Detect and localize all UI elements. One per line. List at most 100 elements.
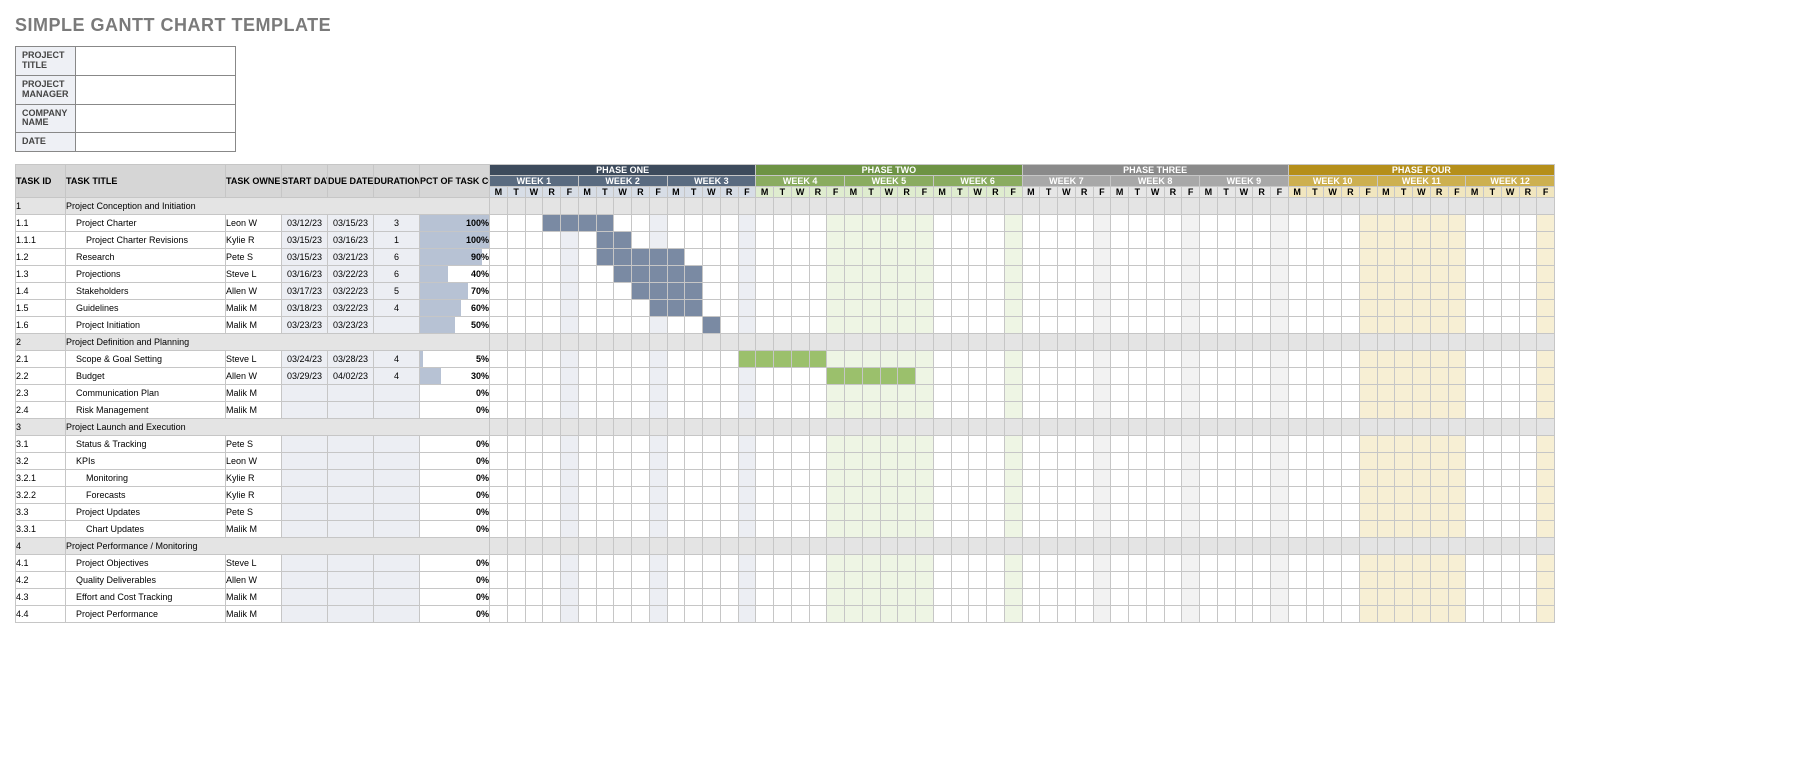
pct-complete-cell[interactable]: 60%	[420, 300, 490, 317]
task-owner-cell[interactable]: Steve L	[226, 266, 282, 283]
pct-complete-cell[interactable]: 0%	[420, 555, 490, 572]
due-date-cell[interactable]	[328, 555, 374, 572]
duration-cell[interactable]	[374, 453, 420, 470]
task-title-cell[interactable]: Status & Tracking	[66, 436, 226, 453]
duration-cell[interactable]: 6	[374, 266, 420, 283]
duration-cell[interactable]	[374, 317, 420, 334]
duration-cell[interactable]: 5	[374, 283, 420, 300]
due-date-cell[interactable]: 03/28/23	[328, 351, 374, 368]
due-date-cell[interactable]: 03/23/23	[328, 317, 374, 334]
pct-complete-cell[interactable]: 0%	[420, 385, 490, 402]
task-owner-cell[interactable]: Malik M	[226, 521, 282, 538]
pct-complete-cell[interactable]: 0%	[420, 402, 490, 419]
due-date-cell[interactable]	[328, 606, 374, 623]
task-title-cell[interactable]: Chart Updates	[66, 521, 226, 538]
due-date-cell[interactable]: 03/16/23	[328, 232, 374, 249]
task-owner-cell[interactable]: Malik M	[226, 385, 282, 402]
start-date-cell[interactable]	[282, 402, 328, 419]
duration-cell[interactable]	[374, 436, 420, 453]
pct-complete-cell[interactable]: 70%	[420, 283, 490, 300]
duration-cell[interactable]: 1	[374, 232, 420, 249]
task-owner-cell[interactable]: Malik M	[226, 402, 282, 419]
pct-complete-cell[interactable]: 5%	[420, 351, 490, 368]
meta-value[interactable]	[75, 47, 235, 76]
pct-complete-cell[interactable]: 0%	[420, 470, 490, 487]
due-date-cell[interactable]: 03/21/23	[328, 249, 374, 266]
due-date-cell[interactable]	[328, 385, 374, 402]
task-title-cell[interactable]: Project Charter Revisions	[66, 232, 226, 249]
task-owner-cell[interactable]: Leon W	[226, 453, 282, 470]
task-title-cell[interactable]: Project Initiation	[66, 317, 226, 334]
task-title-cell[interactable]: Guidelines	[66, 300, 226, 317]
start-date-cell[interactable]	[282, 470, 328, 487]
duration-cell[interactable]	[374, 606, 420, 623]
start-date-cell[interactable]	[282, 521, 328, 538]
pct-complete-cell[interactable]: 100%	[420, 232, 490, 249]
start-date-cell[interactable]	[282, 385, 328, 402]
task-title-cell[interactable]: Project Updates	[66, 504, 226, 521]
duration-cell[interactable]: 6	[374, 249, 420, 266]
task-title-cell[interactable]: Forecasts	[66, 487, 226, 504]
task-owner-cell[interactable]: Allen W	[226, 572, 282, 589]
start-date-cell[interactable]: 03/24/23	[282, 351, 328, 368]
task-owner-cell[interactable]: Allen W	[226, 368, 282, 385]
start-date-cell[interactable]	[282, 504, 328, 521]
due-date-cell[interactable]	[328, 402, 374, 419]
duration-cell[interactable]: 4	[374, 300, 420, 317]
start-date-cell[interactable]	[282, 606, 328, 623]
task-owner-cell[interactable]: Malik M	[226, 317, 282, 334]
due-date-cell[interactable]: 03/15/23	[328, 215, 374, 232]
pct-complete-cell[interactable]: 0%	[420, 572, 490, 589]
due-date-cell[interactable]	[328, 470, 374, 487]
task-title-cell[interactable]: Project Performance	[66, 606, 226, 623]
start-date-cell[interactable]	[282, 453, 328, 470]
pct-complete-cell[interactable]: 50%	[420, 317, 490, 334]
start-date-cell[interactable]: 03/16/23	[282, 266, 328, 283]
task-title-cell[interactable]: Effort and Cost Tracking	[66, 589, 226, 606]
due-date-cell[interactable]: 03/22/23	[328, 266, 374, 283]
pct-complete-cell[interactable]: 0%	[420, 453, 490, 470]
pct-complete-cell[interactable]: 0%	[420, 436, 490, 453]
meta-value[interactable]	[75, 75, 235, 104]
task-title-cell[interactable]: KPIs	[66, 453, 226, 470]
task-owner-cell[interactable]: Kylie R	[226, 487, 282, 504]
start-date-cell[interactable]	[282, 589, 328, 606]
task-title-cell[interactable]: Budget	[66, 368, 226, 385]
duration-cell[interactable]	[374, 487, 420, 504]
task-owner-cell[interactable]: Pete S	[226, 249, 282, 266]
duration-cell[interactable]	[374, 555, 420, 572]
duration-cell[interactable]	[374, 470, 420, 487]
pct-complete-cell[interactable]: 0%	[420, 589, 490, 606]
task-owner-cell[interactable]: Kylie R	[226, 470, 282, 487]
pct-complete-cell[interactable]: 90%	[420, 249, 490, 266]
task-owner-cell[interactable]: Pete S	[226, 436, 282, 453]
duration-cell[interactable]	[374, 402, 420, 419]
meta-value[interactable]	[75, 133, 235, 152]
duration-cell[interactable]	[374, 385, 420, 402]
start-date-cell[interactable]: 03/17/23	[282, 283, 328, 300]
duration-cell[interactable]	[374, 504, 420, 521]
start-date-cell[interactable]: 03/23/23	[282, 317, 328, 334]
task-title-cell[interactable]: Project Charter	[66, 215, 226, 232]
due-date-cell[interactable]	[328, 589, 374, 606]
task-title-cell[interactable]: Research	[66, 249, 226, 266]
task-title-cell[interactable]: Risk Management	[66, 402, 226, 419]
task-title-cell[interactable]: Projections	[66, 266, 226, 283]
start-date-cell[interactable]	[282, 436, 328, 453]
task-title-cell[interactable]: Monitoring	[66, 470, 226, 487]
due-date-cell[interactable]	[328, 572, 374, 589]
duration-cell[interactable]	[374, 589, 420, 606]
start-date-cell[interactable]	[282, 572, 328, 589]
pct-complete-cell[interactable]: 100%	[420, 215, 490, 232]
due-date-cell[interactable]	[328, 453, 374, 470]
due-date-cell[interactable]: 03/22/23	[328, 300, 374, 317]
task-owner-cell[interactable]: Malik M	[226, 589, 282, 606]
duration-cell[interactable]: 4	[374, 368, 420, 385]
task-title-cell[interactable]: Project Objectives	[66, 555, 226, 572]
task-owner-cell[interactable]: Allen W	[226, 283, 282, 300]
due-date-cell[interactable]: 04/02/23	[328, 368, 374, 385]
task-owner-cell[interactable]: Malik M	[226, 300, 282, 317]
duration-cell[interactable]	[374, 521, 420, 538]
start-date-cell[interactable]	[282, 487, 328, 504]
duration-cell[interactable]	[374, 572, 420, 589]
